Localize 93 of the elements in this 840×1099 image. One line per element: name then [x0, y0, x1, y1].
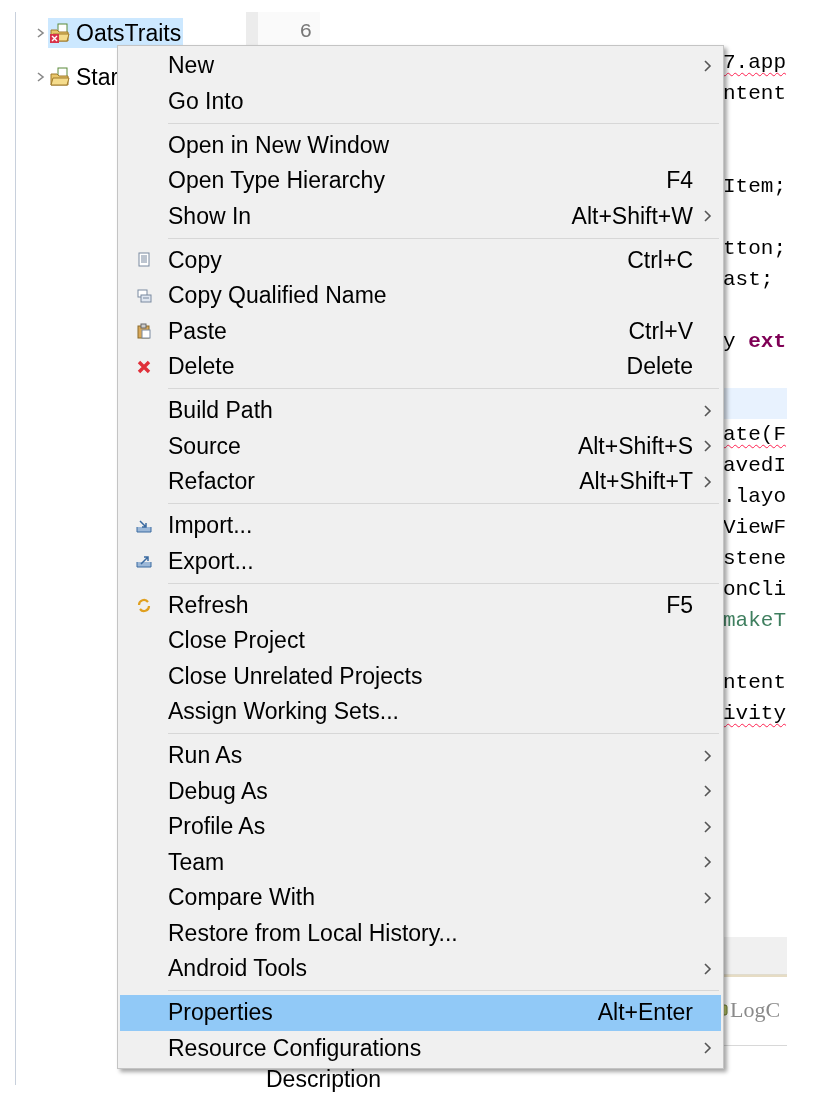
menu-item[interactable]: Close Unrelated Projects: [120, 658, 721, 694]
menu-item[interactable]: Copy Ctrl+C: [120, 242, 721, 278]
menu-item-label: Compare With: [168, 886, 316, 910]
menu-item-label: Copy: [168, 248, 223, 272]
project-folder-icon: [49, 22, 71, 44]
menu-item-label: Delete: [168, 355, 236, 379]
tree-item-label: Star: [76, 65, 119, 89]
code-line: ViewF: [723, 517, 786, 538]
menu-item[interactable]: Android Tools: [120, 951, 721, 987]
code-line: onCli: [723, 579, 786, 600]
tree-item-label: OatsTraits: [76, 21, 182, 45]
code-line: Item;: [723, 176, 786, 197]
shortcut-label: Ctrl+V: [628, 319, 693, 343]
copy-icon: [136, 252, 152, 269]
menu-item-label: Close Unrelated Projects: [168, 664, 424, 688]
menu-item[interactable]: Run As: [120, 738, 721, 774]
menu-item[interactable]: Resource Configurations: [120, 1030, 721, 1066]
menu-item-label: Export...: [168, 549, 255, 573]
menu-item[interactable]: Go Into: [120, 83, 721, 119]
copy-icon: [136, 287, 152, 304]
menu-item-label: Refactor: [168, 470, 256, 494]
line-number: 6: [299, 19, 312, 45]
menu-item-label: Run As: [168, 744, 244, 768]
menu-item-label: Resource Configurations: [168, 1036, 423, 1060]
menu-item-label: Team: [168, 850, 226, 874]
code-line: 7.app: [723, 52, 786, 73]
close-icon: [136, 358, 152, 375]
clipboard-icon: [136, 323, 152, 340]
tree-item[interactable]: OatsTraits: [48, 18, 184, 48]
import-icon: [136, 517, 152, 534]
menu-item-label: Show In: [168, 204, 253, 228]
shortcut-label: Alt+Shift+T: [579, 470, 693, 494]
code-line: tton;: [723, 238, 786, 259]
menu-item[interactable]: Build Path: [120, 393, 721, 429]
code-line: ast;: [723, 269, 774, 290]
menu-item-label: Android Tools: [168, 957, 308, 981]
menu-item[interactable]: Delete Delete: [120, 349, 721, 385]
menu-item[interactable]: Open in New Window: [120, 127, 721, 163]
menu-item-label: Open Type Hierarchy: [168, 169, 386, 193]
refresh-icon: [136, 597, 152, 614]
menu-item[interactable]: Close Project: [120, 623, 721, 659]
menu-item-label: Build Path: [168, 399, 274, 423]
menu-item-label: Debug As: [168, 779, 269, 803]
menu-item[interactable]: Refactor Alt+Shift+T: [120, 464, 721, 500]
menu-item-label: Copy Qualified Name: [168, 284, 388, 308]
code-line: ate(F: [723, 424, 786, 445]
menu-item[interactable]: Compare With: [120, 880, 721, 916]
shortcut-label: Alt+Shift+W: [571, 204, 693, 228]
code-line: ivity: [723, 703, 786, 724]
menu-item[interactable]: Assign Working Sets...: [120, 694, 721, 730]
menu-item[interactable]: Source Alt+Shift+S: [120, 428, 721, 464]
menu-item[interactable]: Profile As: [120, 809, 721, 845]
menu-item-label: Paste: [168, 319, 228, 343]
menu-item-label: Open in New Window: [168, 133, 391, 157]
code-line: .layo: [723, 486, 786, 507]
shortcut-label: Alt+Enter: [597, 1001, 693, 1025]
menu-item[interactable]: Import...: [120, 508, 721, 544]
menu-item[interactable]: Copy Qualified Name: [120, 278, 721, 314]
menu-item[interactable]: Team: [120, 844, 721, 880]
menu-item[interactable]: Properties Alt+Enter: [120, 995, 721, 1031]
code-line: makeT: [723, 610, 786, 631]
code-line: ntent: [723, 672, 786, 693]
menu-item[interactable]: Debug As: [120, 773, 721, 809]
shortcut-label: F4: [666, 169, 693, 193]
menu-item[interactable]: Paste Ctrl+V: [120, 313, 721, 349]
menu-item[interactable]: Refresh F5: [120, 587, 721, 623]
shortcut-label: Delete: [626, 355, 693, 379]
menu-item-label: New: [168, 54, 215, 78]
menu-item-label: Restore from Local History...: [168, 921, 459, 945]
code-line: stene: [723, 548, 786, 569]
shortcut-label: F5: [666, 593, 693, 617]
tree-item[interactable]: Star: [48, 62, 121, 92]
menu-item-label: Assign Working Sets...: [168, 700, 400, 724]
menu-item-label: Properties: [168, 1001, 274, 1025]
menu-item-label: Import...: [168, 514, 254, 538]
menu-item-label: Profile As: [168, 815, 267, 839]
code-line: avedI: [723, 455, 786, 476]
code-line: y ext: [723, 331, 787, 352]
code-line: ntent: [723, 83, 786, 104]
menu-item-label: Refresh: [168, 593, 250, 617]
column-header: Description: [266, 1068, 383, 1091]
menu-item[interactable]: Open Type Hierarchy F4: [120, 163, 721, 199]
menu-item-label: Go Into: [168, 89, 245, 113]
shortcut-label: Ctrl+C: [627, 248, 693, 272]
project-folder-icon: [49, 66, 71, 88]
menu-item-label: Close Project: [168, 629, 306, 653]
menu-item[interactable]: Restore from Local History...: [120, 915, 721, 951]
shortcut-label: Alt+Shift+S: [577, 434, 693, 458]
export-icon: [136, 553, 152, 570]
menu-item[interactable]: New: [120, 48, 721, 84]
menu-item[interactable]: Export...: [120, 543, 721, 579]
menu-item[interactable]: Show In Alt+Shift+W: [120, 198, 721, 234]
menu-item-label: Source: [168, 434, 242, 458]
